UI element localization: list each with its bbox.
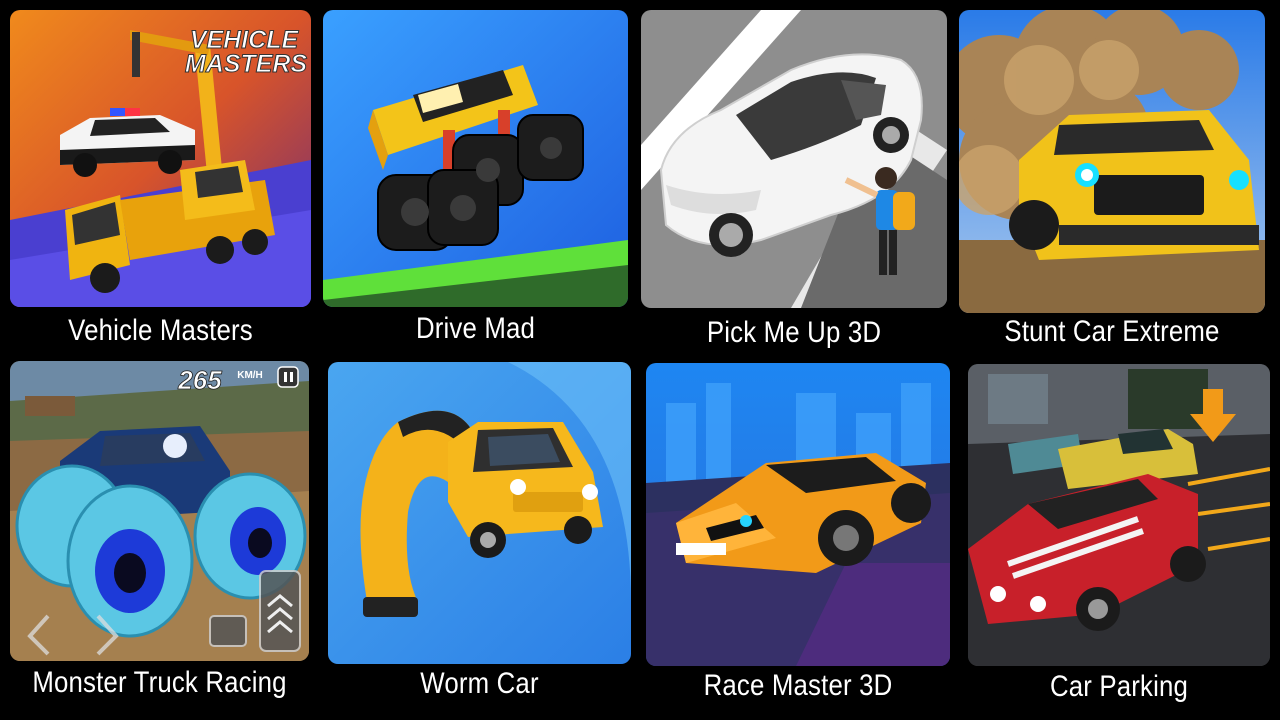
game-card-worm-car[interactable] <box>328 362 631 664</box>
pick-me-up-thumbnail <box>641 10 947 308</box>
game-card-vehicle-masters[interactable]: VEHICLE MASTERS <box>10 10 311 307</box>
pause-icon[interactable] <box>277 366 299 388</box>
game-card-monster-truck-racing[interactable]: 265 KM/H <box>10 361 309 661</box>
game-title-vehicle-masters[interactable]: Vehicle Masters <box>31 314 290 348</box>
monster-truck-thumbnail: 265 KM/H <box>10 361 309 661</box>
gas-pedal-icon[interactable] <box>259 570 301 652</box>
stunt-car-thumbnail <box>959 10 1265 313</box>
vehicle-masters-logo-line2: MASTERS <box>185 50 308 78</box>
game-title-stunt-car-extreme[interactable]: Stunt Car Extreme <box>980 315 1243 349</box>
car-parking-thumbnail <box>968 364 1270 666</box>
game-card-car-parking[interactable] <box>968 364 1270 666</box>
brake-pedal-icon[interactable] <box>209 615 247 647</box>
game-title-monster-truck-racing[interactable]: Monster Truck Racing <box>27 666 291 700</box>
game-card-race-master-3d[interactable] <box>646 363 950 666</box>
game-title-pick-me-up-3d[interactable]: Pick Me Up 3D <box>662 316 925 350</box>
game-title-worm-car[interactable]: Worm Car <box>349 667 610 701</box>
speed-readout: 265 <box>177 365 222 395</box>
game-title-race-master-3d[interactable]: Race Master 3D <box>667 669 928 703</box>
game-title-drive-mad[interactable]: Drive Mad <box>344 312 606 346</box>
race-master-thumbnail <box>646 363 950 666</box>
drive-mad-thumbnail <box>323 10 628 307</box>
speed-unit: KM/H <box>237 370 263 381</box>
vehicle-masters-thumbnail: VEHICLE MASTERS <box>10 10 311 307</box>
worm-car-thumbnail <box>328 362 631 664</box>
game-card-pick-me-up-3d[interactable] <box>641 10 947 308</box>
game-card-stunt-car-extreme[interactable] <box>959 10 1265 313</box>
game-card-drive-mad[interactable] <box>323 10 628 307</box>
game-title-car-parking[interactable]: Car Parking <box>989 670 1249 704</box>
